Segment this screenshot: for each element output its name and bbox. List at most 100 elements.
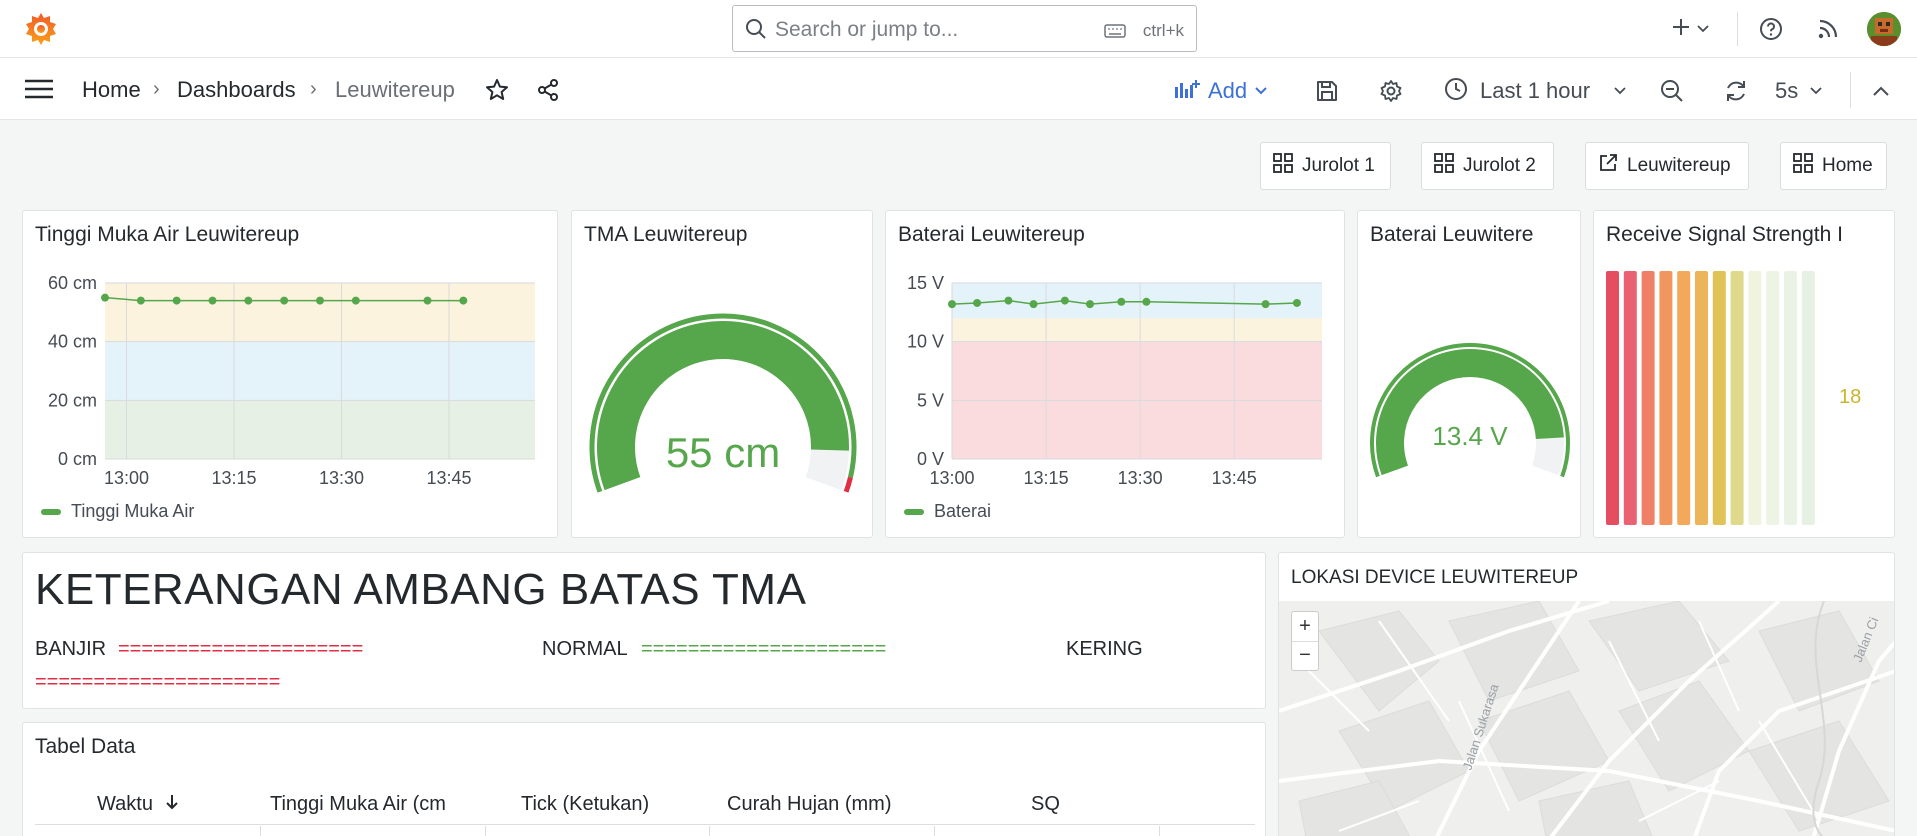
column-header-tick[interactable]: Tick (Ketukan) xyxy=(521,793,649,816)
signal-bar-cell xyxy=(1606,271,1619,525)
refresh-interval-picker[interactable]: 5s xyxy=(1775,76,1822,106)
share-icon[interactable] xyxy=(534,76,562,104)
signal-value: 18 xyxy=(1839,386,1862,408)
save-icon[interactable] xyxy=(1312,76,1342,106)
rss-icon[interactable] xyxy=(1813,14,1843,44)
normal-label: NORMAL xyxy=(542,638,628,660)
time-range-picker[interactable]: Last 1 hour xyxy=(1444,76,1626,106)
link-label: Jurolot 2 xyxy=(1463,155,1536,176)
data-point xyxy=(136,296,145,305)
avatar[interactable] xyxy=(1867,12,1901,46)
legend-item[interactable]: Baterai xyxy=(904,501,991,522)
panel-baterai-gauge[interactable]: Baterai Leuwitere 13.4 V xyxy=(1357,210,1581,538)
signal-bar-cell xyxy=(1784,271,1797,525)
data-point xyxy=(316,296,324,305)
panel-baterai-timeseries[interactable]: Baterai Leuwitereup 0 V5 V 10 V 15 V 13:00 1… xyxy=(885,210,1345,538)
plus-icon xyxy=(1671,17,1691,42)
link-jurolot-2[interactable]: Jurolot 2 xyxy=(1421,142,1554,190)
add-label: Add xyxy=(1208,78,1248,103)
add-button[interactable]: Add xyxy=(1174,76,1267,106)
y-tick-label: 5 V xyxy=(917,390,944,410)
panel-signal-strength[interactable]: Receive Signal Strength I 18 xyxy=(1593,210,1895,538)
y-tick-label: 10 V xyxy=(907,332,944,352)
star-icon[interactable] xyxy=(483,76,511,104)
search-shortcut: ctrl+k xyxy=(1142,21,1184,40)
data-point xyxy=(1004,296,1013,305)
panel-tabel-data[interactable]: Tabel Data Waktu Tinggi Muka Air (cm Tic… xyxy=(22,722,1266,836)
external-link-icon xyxy=(1598,153,1618,179)
apps-icon xyxy=(1434,153,1454,179)
search-placeholder: Search or jump to... xyxy=(775,18,959,41)
signal-bar-cell xyxy=(1748,271,1762,525)
search-bar[interactable]: Search or jump to... ctrl+k xyxy=(732,5,1197,52)
y-tick-label: 0 cm xyxy=(58,449,97,469)
link-home[interactable]: Home xyxy=(1780,142,1887,190)
breadcrumb-current: Leuwitereup xyxy=(335,77,455,102)
y-tick-label: 20 cm xyxy=(48,390,97,410)
column-header-sq[interactable]: SQ xyxy=(1031,793,1060,816)
breadcrumb-dashboards[interactable]: Dashboards xyxy=(177,77,296,103)
breadcrumb-home[interactable]: Home xyxy=(82,77,141,103)
signal-bar-cell xyxy=(1659,271,1673,525)
zoom-out-button[interactable]: − xyxy=(1292,642,1318,671)
chevron-down-icon xyxy=(1810,82,1822,100)
clock-icon xyxy=(1444,77,1468,106)
panel-map[interactable]: LOKASI DEVICE LEUWITEREUP Jalan Sukarasa… xyxy=(1278,552,1895,836)
help-icon[interactable] xyxy=(1756,14,1786,44)
map-view[interactable]: Jalan Sukarasa Jalan Ci + − xyxy=(1279,601,1894,836)
data-point xyxy=(1117,297,1126,306)
gauge-value: 13.4 V xyxy=(1432,421,1508,451)
data-point xyxy=(1085,300,1094,309)
data-point xyxy=(1261,300,1270,309)
panel-tma-timeseries[interactable]: Tinggi Muka Air Leuwitereup 0 cm 20 cm 40 … xyxy=(22,210,558,538)
gear-icon[interactable] xyxy=(1376,76,1406,106)
chevron-up-icon[interactable] xyxy=(1866,78,1896,104)
menu-icon[interactable] xyxy=(22,74,56,104)
x-tick-label: 13:00 xyxy=(104,468,149,488)
topbar-divider xyxy=(1737,12,1738,46)
column-label: Waktu xyxy=(97,793,153,815)
arrow-down-icon xyxy=(165,793,179,816)
link-label: Home xyxy=(1822,155,1873,176)
zoom-in-button[interactable]: + xyxy=(1292,612,1318,642)
link-jurolot-1[interactable]: Jurolot 1 xyxy=(1260,142,1391,190)
threshold-band xyxy=(952,318,1322,342)
baterai-gauge xyxy=(1370,343,1570,478)
y-tick-label: 40 cm xyxy=(48,332,97,352)
signal-bar-cell xyxy=(1730,271,1744,525)
kering-label: KERING xyxy=(1066,638,1143,660)
chevron-right-icon: › xyxy=(153,78,160,100)
zoom-out-icon[interactable] xyxy=(1657,76,1687,106)
column-header-curah-hujan[interactable]: Curah Hujan (mm) xyxy=(727,793,891,816)
gauge-value: 55 cm xyxy=(665,429,781,476)
refresh-icon[interactable] xyxy=(1721,76,1751,106)
kering-line: ===================== xyxy=(35,671,281,693)
gauge-value-arc xyxy=(1376,349,1564,476)
x-tick-label: 13:45 xyxy=(426,468,471,488)
legend-label: Baterai xyxy=(934,501,992,521)
data-point xyxy=(172,296,181,305)
link-leuwitereup[interactable]: Leuwitereup xyxy=(1585,142,1749,190)
panel-tma-gauge[interactable]: TMA Leuwitereup 55 cm xyxy=(571,210,873,538)
column-divider xyxy=(709,826,710,836)
map-tiles: Jalan Sukarasa Jalan Ci xyxy=(1279,601,1894,836)
grafana-logo-icon[interactable] xyxy=(22,10,60,48)
new-menu-button[interactable] xyxy=(1666,14,1714,44)
data-point xyxy=(1060,296,1069,305)
signal-bar-cell xyxy=(1801,271,1815,525)
panel-title: LOKASI DEVICE LEUWITEREUP xyxy=(1291,567,1579,588)
data-point xyxy=(101,293,109,302)
search-icon xyxy=(745,18,767,45)
column-header-tma[interactable]: Tinggi Muka Air (cm xyxy=(270,793,470,816)
data-point xyxy=(208,296,217,305)
column-header-waktu[interactable]: Waktu xyxy=(97,793,179,816)
x-tick-label: 13:45 xyxy=(1212,468,1257,488)
y-tick-label: 15 V xyxy=(907,273,944,293)
chevron-right-icon: › xyxy=(310,78,317,100)
column-divider xyxy=(934,826,935,836)
panel-keterangan[interactable]: KETERANGAN AMBANG BATAS TMA BANJIR =====… xyxy=(22,552,1266,709)
map-zoom-control: + − xyxy=(1291,611,1319,671)
legend-item[interactable]: Tinggi Muka Air xyxy=(41,501,194,522)
x-tick-label: 13:15 xyxy=(1024,468,1069,488)
threshold-band xyxy=(105,400,535,459)
